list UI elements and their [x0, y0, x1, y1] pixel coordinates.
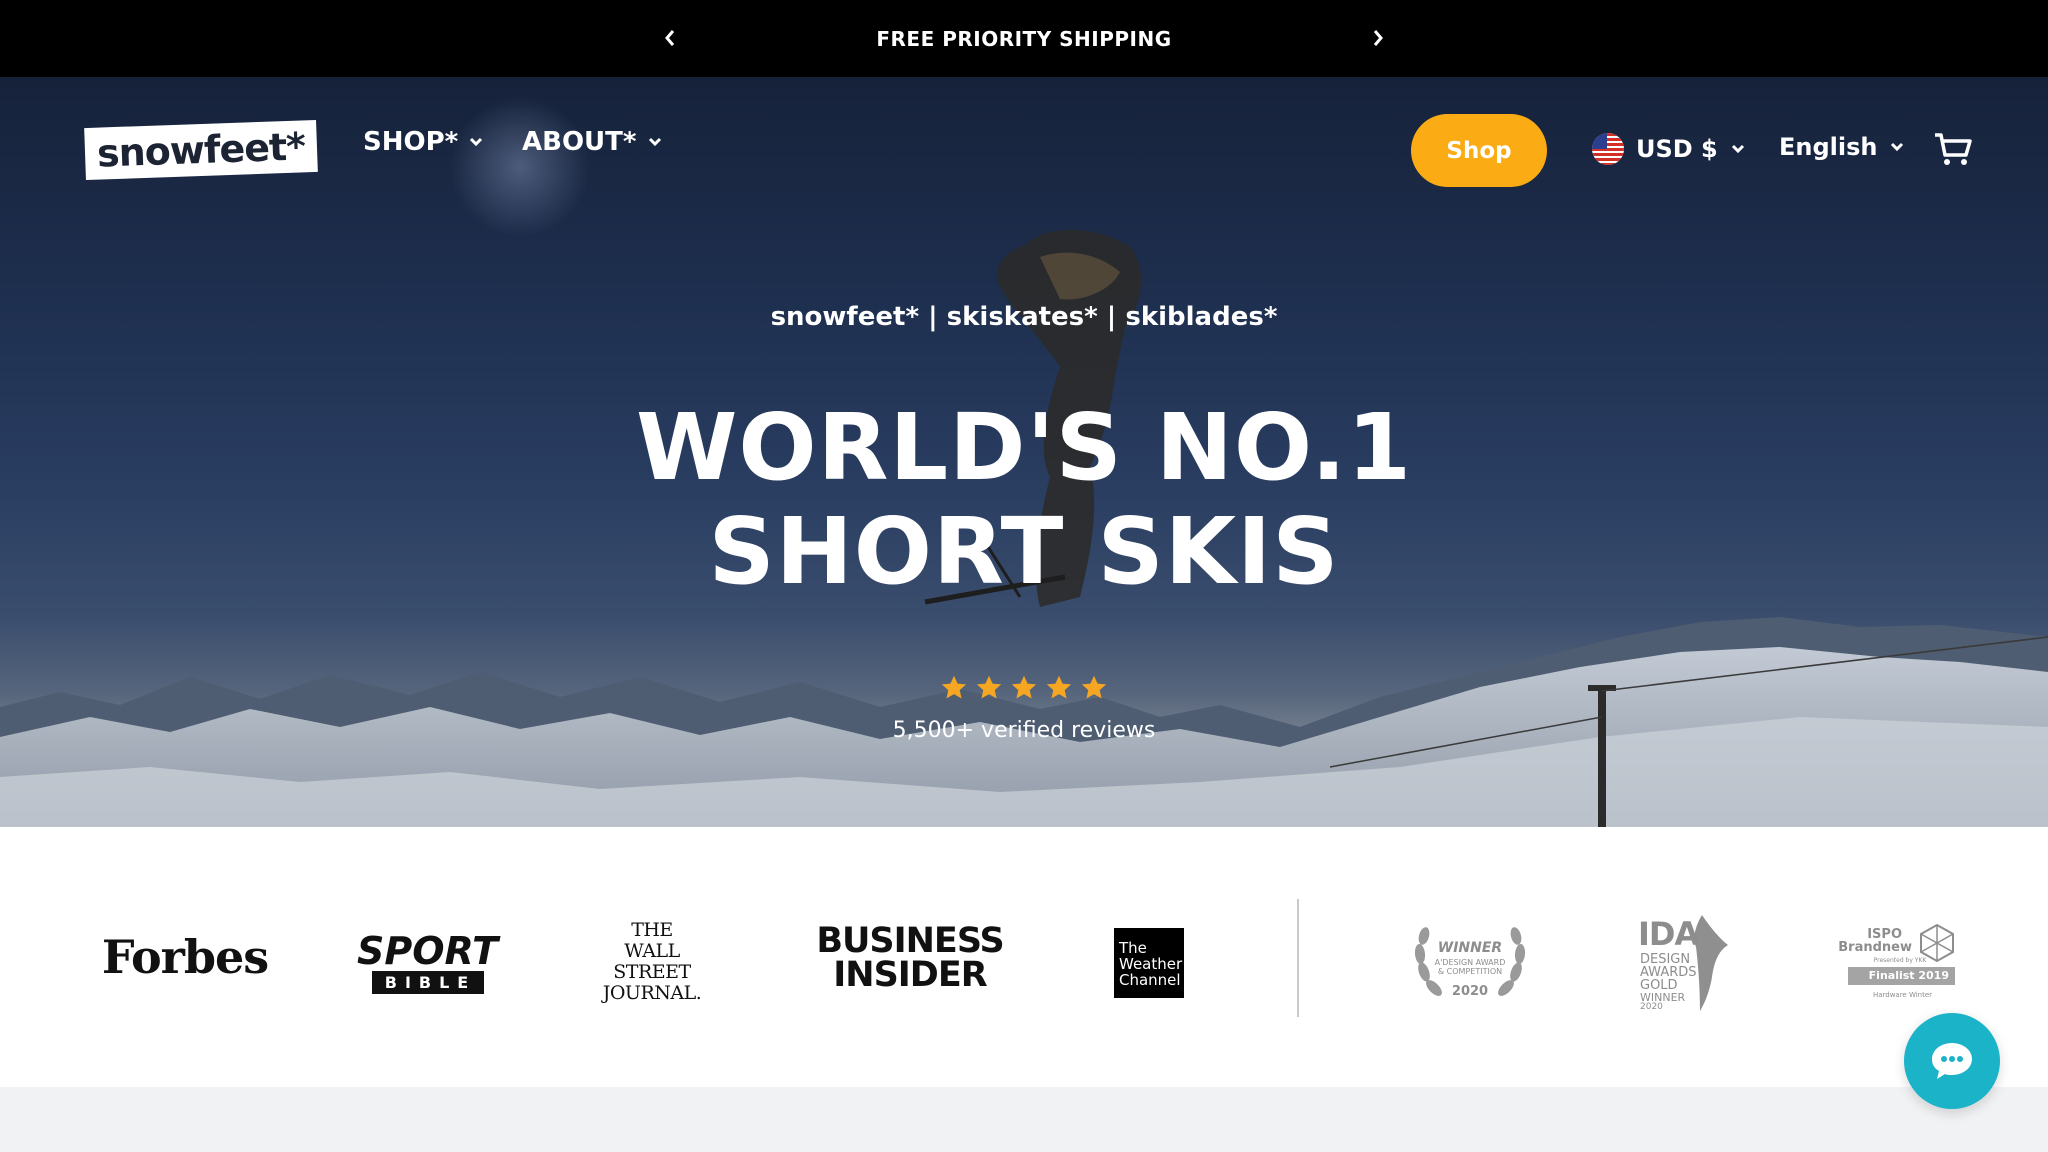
- chevron-down-icon: [1891, 142, 1904, 152]
- ispo-finalist: Finalist 2019: [1848, 967, 1955, 985]
- sport-bible-bottom: BIBLE: [371, 970, 484, 994]
- reviews-count: 5,500+ verified reviews: [892, 718, 1156, 743]
- star-icon: [1011, 675, 1037, 699]
- currency-selector[interactable]: USD $: [1592, 133, 1746, 165]
- shop-button[interactable]: Shop: [1411, 114, 1547, 187]
- bi-line-2: INSIDER: [833, 955, 987, 995]
- forbes-logo: Forbes: [101, 930, 269, 984]
- star-icon: [1046, 675, 1072, 699]
- language-label: English: [1779, 133, 1878, 161]
- sport-bible-logo: SPORT BIBLE: [357, 927, 498, 997]
- adesign-sub-1: A'DESIGN AWARD: [1434, 958, 1506, 967]
- language-selector[interactable]: English: [1779, 133, 1905, 161]
- star-icon: [1081, 675, 1107, 699]
- star-icon: [976, 675, 1002, 699]
- cart-button[interactable]: [1933, 131, 1973, 167]
- nav-shop-label: SHOP*: [363, 127, 459, 157]
- twc-line-3: Channel: [1119, 971, 1181, 989]
- announcement-next-button[interactable]: [1358, 18, 1398, 58]
- press-logos-bar: Forbes SPORT BIBLE THE WALL STREET JOURN…: [0, 827, 2048, 1087]
- adesign-award-badge: WINNER A'DESIGN AWARD & COMPETITION 2020: [1410, 912, 1530, 1007]
- business-insider-logo: BUSINESS INSIDER: [815, 922, 1005, 994]
- hero-title: WORLD'S NO.1 SHORT SKIS: [0, 396, 2048, 604]
- rating-stars: [940, 674, 1108, 706]
- adesign-year: 2020: [1451, 984, 1489, 999]
- wsj-line-3: JOURNAL.: [602, 982, 702, 1004]
- nav-about-dropdown[interactable]: ABOUT*: [522, 127, 663, 157]
- hero-title-line-1: WORLD'S NO.1: [635, 394, 1413, 501]
- twc-line-1: The: [1119, 939, 1147, 957]
- chevron-down-icon: [648, 137, 661, 147]
- chevron-down-icon: [470, 137, 483, 147]
- currency-label: USD $: [1636, 135, 1718, 163]
- chevron-right-icon: [1373, 30, 1383, 46]
- site-header: snowfeet* SHOP* ABOUT* Shop USD $ Englis…: [0, 77, 2048, 223]
- snowfeet-logo[interactable]: snowfeet*: [84, 119, 318, 181]
- nav-shop-dropdown[interactable]: SHOP*: [363, 127, 484, 157]
- chat-bubble-icon: [1932, 1043, 1972, 1079]
- wsj-line-1: THE: [631, 919, 673, 941]
- ispo-title-2: Brandnew: [1838, 940, 1912, 955]
- ispo-category: Hardware Winter: [1872, 991, 1933, 999]
- chat-widget-button[interactable]: [1904, 1013, 2000, 1109]
- twc-line-2: Weather: [1119, 955, 1183, 973]
- weather-channel-logo: The Weather Channel: [1114, 928, 1184, 998]
- announcement-text: FREE PRIORITY SHIPPING: [876, 26, 1172, 51]
- wall-street-journal-logo: THE WALL STREET JOURNAL.: [592, 920, 712, 1004]
- ispo-presented: Presented by YKK: [1873, 957, 1927, 964]
- bi-line-1: BUSINESS: [816, 921, 1004, 961]
- wsj-line-2: WALL STREET: [613, 940, 691, 983]
- cart-icon: [1935, 133, 1972, 165]
- chevron-left-icon: [665, 30, 675, 46]
- star-icon: [941, 675, 967, 699]
- ida-title: IDA: [1638, 915, 1699, 953]
- hero-subtitle: snowfeet* | skiskates* | skiblades*: [770, 302, 1278, 332]
- announcement-prev-button[interactable]: [650, 18, 690, 58]
- nav-about-label: ABOUT*: [522, 127, 637, 157]
- hero-title-line-2: SHORT SKIS: [708, 498, 1340, 605]
- ida-award-badge: IDA DESIGN AWARDS GOLD WINNER 2020: [1636, 907, 1736, 1012]
- adesign-title: WINNER: [1437, 940, 1503, 956]
- us-flag-icon: [1592, 133, 1624, 165]
- ida-line-5: 2020: [1640, 1002, 1663, 1012]
- press-divider: [1297, 899, 1299, 1017]
- adesign-sub-2: & COMPETITION: [1437, 967, 1503, 976]
- sport-bible-top: SPORT: [357, 928, 498, 973]
- chevron-down-icon: [1731, 144, 1744, 154]
- ispo-award-badge: ISPO Brandnew Presented by YKK Finalist …: [1838, 917, 1960, 1007]
- announcement-bar: FREE PRIORITY SHIPPING: [0, 0, 2048, 77]
